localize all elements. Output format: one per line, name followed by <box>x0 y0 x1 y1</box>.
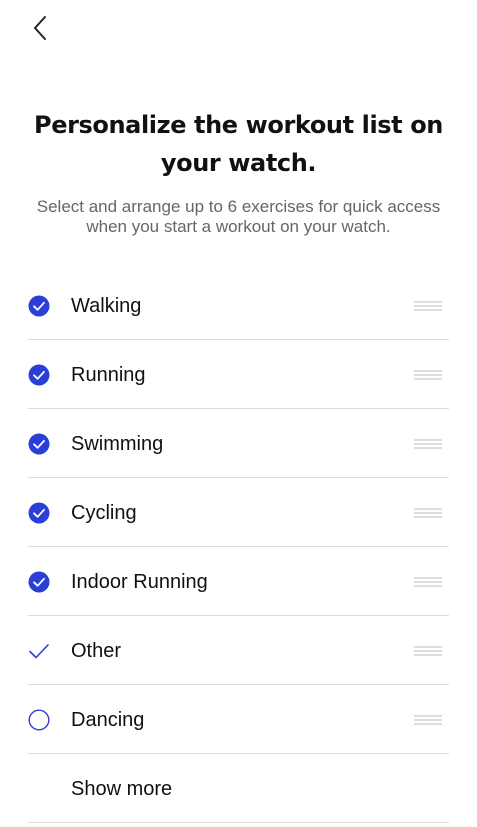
workout-row-other[interactable]: Other <box>0 616 477 685</box>
workout-label: Dancing <box>71 709 145 731</box>
workout-row-cycling[interactable]: Cycling <box>0 478 477 547</box>
checked-circle-icon[interactable] <box>28 295 50 317</box>
show-more-label: Show more <box>71 778 173 800</box>
drag-handle-icon[interactable] <box>414 368 442 382</box>
checked-circle-icon[interactable] <box>28 364 50 386</box>
checked-circle-icon[interactable] <box>28 433 50 455</box>
checked-circle-icon[interactable] <box>28 502 50 524</box>
workout-row-dancing[interactable]: Dancing <box>0 685 477 754</box>
page-title: Personalize the workout list on your wat… <box>34 111 443 177</box>
workout-label: Swimming <box>71 433 164 455</box>
workout-label: Walking <box>71 295 142 317</box>
drag-handle-icon[interactable] <box>414 506 442 520</box>
workout-label: Running <box>71 364 146 386</box>
chevron-left-icon <box>34 16 46 40</box>
page-subtitle: Select and arrange up to 6 exercises for… <box>36 197 441 236</box>
drag-handle-icon[interactable] <box>414 299 442 313</box>
checkmark-icon[interactable] <box>28 640 50 662</box>
back-button[interactable] <box>22 10 58 46</box>
drag-handle-icon[interactable] <box>414 575 442 589</box>
workout-label: Other <box>71 640 122 662</box>
workout-list: Walking Running Swimming Cycling Indoor … <box>0 271 477 823</box>
workout-row-indoor-running[interactable]: Indoor Running <box>0 547 477 616</box>
drag-handle-icon[interactable] <box>414 437 442 451</box>
workout-row-walking[interactable]: Walking <box>0 271 477 340</box>
unchecked-circle-icon[interactable] <box>28 709 50 731</box>
workout-label: Cycling <box>71 502 137 524</box>
workout-label: Indoor Running <box>71 571 208 593</box>
drag-handle-icon[interactable] <box>414 644 442 658</box>
workout-row-swimming[interactable]: Swimming <box>0 409 477 478</box>
show-more-button[interactable]: Show more <box>0 754 477 823</box>
checked-circle-icon[interactable] <box>28 571 50 593</box>
workout-row-running[interactable]: Running <box>0 340 477 409</box>
drag-handle-icon[interactable] <box>414 713 442 727</box>
